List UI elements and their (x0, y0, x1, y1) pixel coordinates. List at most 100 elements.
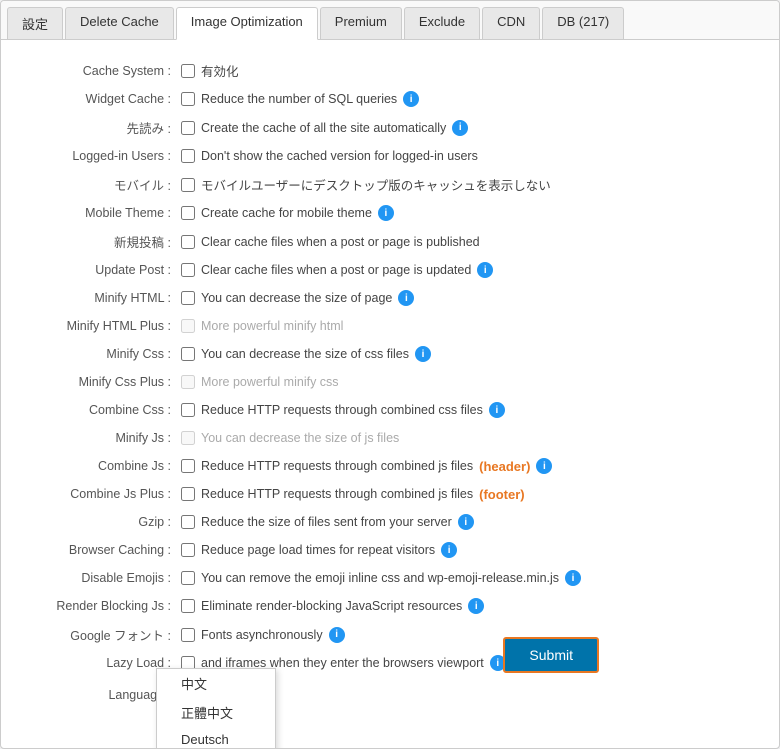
checkbox-15[interactable] (181, 487, 195, 501)
setting-text-7: Clear cache files when a post or page is… (201, 263, 471, 277)
setting-label-16: Gzip : (21, 515, 181, 529)
setting-label-4: モバイル : (21, 175, 181, 194)
checkbox-19[interactable] (181, 599, 195, 613)
info-icon-14[interactable]: i (536, 458, 552, 474)
checkbox-3[interactable] (181, 149, 195, 163)
checkbox-6[interactable] (181, 235, 195, 249)
setting-text-5: Create cache for mobile theme (201, 206, 372, 220)
checkbox-14[interactable] (181, 459, 195, 473)
checkbox-18[interactable] (181, 571, 195, 585)
checkbox-16[interactable] (181, 515, 195, 529)
checkbox-1[interactable] (181, 92, 195, 106)
setting-row-17: Browser Caching :Reduce page load times … (21, 536, 759, 564)
setting-row-21: Lazy Load :and iframes when they enter t… (21, 649, 759, 677)
info-icon-10[interactable]: i (415, 346, 431, 362)
setting-row-9: Minify HTML Plus :More powerful minify h… (21, 312, 759, 340)
setting-control-7: Clear cache files when a post or page is… (181, 262, 759, 278)
tab-delete-cache[interactable]: Delete Cache (65, 7, 174, 39)
info-icon-1[interactable]: i (403, 91, 419, 107)
setting-row-2: 先読み :Create the cache of all the site au… (21, 113, 759, 142)
setting-text-6: Clear cache files when a post or page is… (201, 235, 480, 249)
setting-label-1: Widget Cache : (21, 92, 181, 106)
setting-text-16: Reduce the size of files sent from your … (201, 515, 452, 529)
setting-row-11: Minify Css Plus :More powerful minify cs… (21, 368, 759, 396)
checkbox-9[interactable] (181, 319, 195, 333)
info-icon-5[interactable]: i (378, 205, 394, 221)
info-icon-8[interactable]: i (398, 290, 414, 306)
dropdown-item-Deutsch[interactable]: Deutsch (157, 727, 275, 749)
setting-text-15: Reduce HTTP requests through combined js… (201, 487, 473, 501)
setting-text-1: Reduce the number of SQL queries (201, 92, 397, 106)
checkbox-11[interactable] (181, 375, 195, 389)
setting-control-11: More powerful minify css (181, 375, 759, 389)
setting-control-18: You can remove the emoji inline css and … (181, 570, 759, 586)
setting-row-4: モバイル :モバイルユーザーにデスクトップ版のキャッシュを表示しない (21, 170, 759, 199)
info-icon-18[interactable]: i (565, 570, 581, 586)
setting-row-3: Logged-in Users :Don't show the cached v… (21, 142, 759, 170)
tab-exclude[interactable]: Exclude (404, 7, 480, 39)
checkbox-0[interactable] (181, 64, 195, 78)
checkbox-13[interactable] (181, 431, 195, 445)
info-icon-7[interactable]: i (477, 262, 493, 278)
setting-row-16: Gzip : Reduce the size of files sent from… (21, 508, 759, 536)
tab-premium[interactable]: Premium (320, 7, 402, 39)
setting-control-8: You can decrease the size of pagei (181, 290, 759, 306)
setting-label-19: Render Blocking Js : (21, 599, 181, 613)
badge-14: (header) (479, 459, 530, 474)
setting-text-20: Fonts asynchronously (201, 628, 323, 642)
setting-control-17: Reduce page load times for repeat visito… (181, 542, 759, 558)
info-icon-19[interactable]: i (468, 598, 484, 614)
setting-label-13: Minify Js : (21, 431, 181, 445)
checkbox-10[interactable] (181, 347, 195, 361)
setting-text-9: More powerful minify html (201, 319, 343, 333)
setting-control-9: More powerful minify html (181, 319, 759, 333)
setting-control-4: モバイルユーザーにデスクトップ版のキャッシュを表示しない (181, 175, 759, 194)
checkbox-4[interactable] (181, 178, 195, 192)
tab-bar: 設定Delete CacheImage OptimizationPremiumE… (1, 1, 779, 40)
setting-text-10: You can decrease the size of css files (201, 347, 409, 361)
setting-control-1: Reduce the number of SQL queries i (181, 91, 759, 107)
setting-control-2: Create the cache of all the site automat… (181, 120, 759, 136)
setting-text-17: Reduce page load times for repeat visito… (201, 543, 435, 557)
setting-control-10: You can decrease the size of css files i (181, 346, 759, 362)
setting-label-10: Minify Css : (21, 347, 181, 361)
settings-content: Cache System :有効化Widget Cache :Reduce th… (1, 40, 779, 728)
setting-label-7: Update Post : (21, 263, 181, 277)
setting-control-0: 有効化 (181, 61, 759, 80)
checkbox-2[interactable] (181, 121, 195, 135)
setting-row-0: Cache System : 有効化 (21, 56, 759, 85)
checkbox-17[interactable] (181, 543, 195, 557)
setting-text-0: 有効化 (201, 61, 239, 80)
setting-label-8: Minify HTML : (21, 291, 181, 305)
setting-control-20: Fonts asynchronously i (181, 627, 759, 643)
info-icon-16[interactable]: i (458, 514, 474, 530)
checkbox-20[interactable] (181, 628, 195, 642)
setting-control-3: Don't show the cached version for logged… (181, 149, 759, 163)
info-icon-17[interactable]: i (441, 542, 457, 558)
setting-label-2: 先読み : (21, 118, 181, 137)
setting-text-19: Eliminate render-blocking JavaScript res… (201, 599, 462, 613)
setting-control-5: Create cache for mobile theme i (181, 205, 759, 221)
tab-image-optimization[interactable]: Image Optimization (176, 7, 318, 40)
setting-row-15: Combine Js Plus :Reduce HTTP requests th… (21, 480, 759, 508)
tab-cdn[interactable]: CDN (482, 7, 540, 39)
setting-control-14: Reduce HTTP requests through combined js… (181, 458, 759, 474)
info-icon-20[interactable]: i (329, 627, 345, 643)
info-icon-12[interactable]: i (489, 402, 505, 418)
dropdown-item-正體中文[interactable]: 正體中文 (157, 698, 275, 727)
setting-row-13: Minify Js :You can decrease the size of … (21, 424, 759, 452)
checkbox-12[interactable] (181, 403, 195, 417)
setting-label-0: Cache System : (21, 64, 181, 78)
dropdown-item-中文[interactable]: 中文 (157, 669, 275, 698)
tab-settings[interactable]: 設定 (7, 7, 63, 39)
setting-text-12: Reduce HTTP requests through combined cs… (201, 403, 483, 417)
checkbox-8[interactable] (181, 291, 195, 305)
info-icon-2[interactable]: i (452, 120, 468, 136)
setting-label-6: 新規投稿 : (21, 232, 181, 251)
setting-control-6: Clear cache files when a post or page is… (181, 235, 759, 249)
checkbox-5[interactable] (181, 206, 195, 220)
tab-db[interactable]: DB (217) (542, 7, 624, 39)
setting-row-19: Render Blocking Js : Eliminate render-blo… (21, 592, 759, 620)
checkbox-7[interactable] (181, 263, 195, 277)
submit-button[interactable]: Submit (503, 637, 599, 673)
